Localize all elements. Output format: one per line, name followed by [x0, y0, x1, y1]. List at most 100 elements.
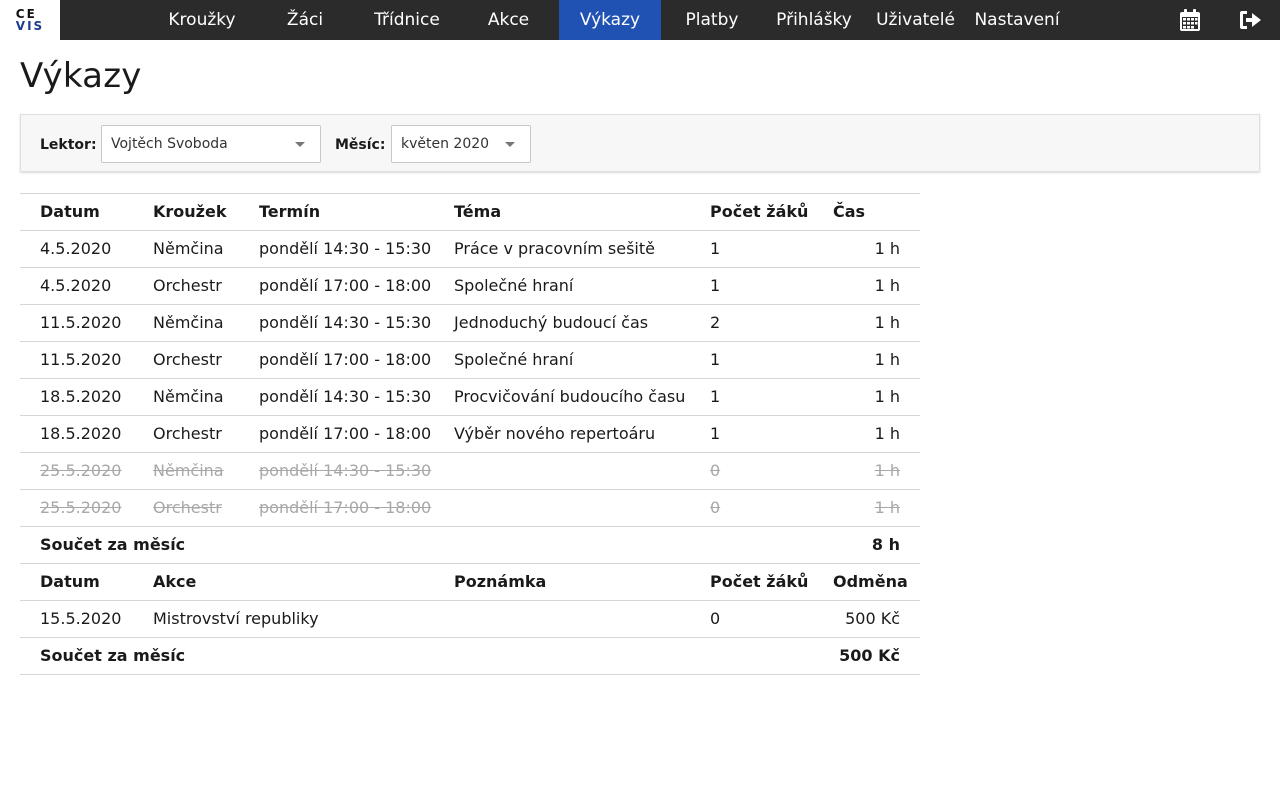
nav-item-zaci[interactable]: Žáci	[254, 0, 356, 40]
header-reward: Odměna	[833, 572, 908, 591]
cell-student-count: 1	[710, 387, 721, 406]
report-table: Datum Kroužek Termín Téma Počet žáků Čas…	[20, 193, 920, 675]
cell-date: 18.5.2020	[40, 424, 122, 443]
header-student-count: Počet žáků	[710, 572, 809, 591]
logout-icon[interactable]	[1238, 8, 1262, 32]
logo-text: CE VIS	[16, 8, 44, 32]
cell-term: pondělí 14:30 - 15:30	[259, 239, 432, 258]
lecturer-label: Lektor:	[40, 137, 97, 153]
cell-time: 1 h	[874, 313, 900, 332]
cell-club: Němčina	[153, 239, 224, 258]
calendar-icon[interactable]	[1178, 8, 1202, 32]
header-student-count: Počet žáků	[710, 202, 809, 221]
cell-student-count: 1	[710, 424, 721, 443]
cell-student-count: 0	[710, 461, 721, 480]
header-club: Kroužek	[153, 202, 227, 221]
cell-topic: Jednoduchý budoucí čas	[454, 313, 649, 332]
header-date: Datum	[40, 202, 100, 221]
filter-panel: Lektor: Vojtěch Svoboda Měsíc: květen 20…	[20, 114, 1260, 172]
logo[interactable]: CE VIS	[0, 0, 60, 40]
table-row[interactable]: 4.5.2020 Němčina pondělí 14:30 - 15:30 P…	[20, 231, 920, 268]
table-row-cancelled[interactable]: 25.5.2020 Orchestr pondělí 17:00 - 18:00…	[20, 490, 920, 527]
cell-term: pondělí 17:00 - 18:00	[259, 424, 432, 443]
header-term: Termín	[259, 202, 321, 221]
cell-time: 1 h	[874, 387, 900, 406]
cell-time: 1 h	[874, 350, 900, 369]
cell-date: 25.5.2020	[40, 461, 122, 480]
cell-student-count: 0	[710, 498, 721, 517]
lessons-header-row: Datum Kroužek Termín Téma Počet žáků Čas	[20, 194, 920, 231]
cell-date: 15.5.2020	[40, 609, 122, 628]
top-navigation-bar: CE VIS Kroužky Žáci Třídnice Akce Výkazy…	[0, 0, 1280, 40]
nav-item-nastaveni[interactable]: Nastavení	[966, 0, 1068, 40]
cell-club: Němčina	[153, 387, 224, 406]
cell-date: 11.5.2020	[40, 350, 122, 369]
table-row[interactable]: 18.5.2020 Orchestr pondělí 17:00 - 18:00…	[20, 416, 920, 453]
page-title: Výkazy	[20, 56, 142, 96]
cell-time: 1 h	[874, 276, 900, 295]
header-time: Čas	[833, 202, 866, 221]
cell-term: pondělí 14:30 - 15:30	[259, 387, 432, 406]
table-row[interactable]: 15.5.2020 Mistrovství republiky 0 500 Kč	[20, 601, 920, 638]
nav-item-prihlasky[interactable]: Přihlášky	[763, 0, 865, 40]
cell-student-count: 1	[710, 276, 721, 295]
events-sum-row: Součet za měsíc 500 Kč	[20, 638, 920, 675]
cell-date: 25.5.2020	[40, 498, 122, 517]
lecturer-select[interactable]: Vojtěch Svoboda	[101, 125, 321, 163]
cell-date: 4.5.2020	[40, 276, 112, 295]
cell-club: Němčina	[153, 313, 224, 332]
cell-event: Mistrovství republiky	[153, 609, 319, 628]
events-header-row: Datum Akce Poznámka Počet žáků Odměna	[20, 564, 920, 601]
cell-time: 1 h	[874, 239, 900, 258]
cell-term: pondělí 17:00 - 18:00	[259, 350, 432, 369]
nav-item-platby[interactable]: Platby	[661, 0, 763, 40]
sum-label: Součet za měsíc	[40, 535, 186, 554]
cell-student-count: 1	[710, 350, 721, 369]
table-row[interactable]: 18.5.2020 Němčina pondělí 14:30 - 15:30 …	[20, 379, 920, 416]
nav-item-akce[interactable]: Akce	[458, 0, 559, 40]
cell-club: Orchestr	[153, 498, 222, 517]
month-select-value: květen 2020	[401, 136, 490, 152]
lessons-sum-row: Součet za měsíc 8 h	[20, 527, 920, 564]
table-row-cancelled[interactable]: 25.5.2020 Němčina pondělí 14:30 - 15:30 …	[20, 453, 920, 490]
nav-item-krouzky[interactable]: Kroužky	[150, 0, 254, 40]
month-select[interactable]: květen 2020	[391, 125, 531, 163]
month-label: Měsíc:	[335, 137, 386, 153]
cell-time: 1 h	[874, 424, 900, 443]
cell-student-count: 0	[710, 609, 721, 628]
nav-item-tridnice[interactable]: Třídnice	[356, 0, 458, 40]
header-note: Poznámka	[454, 572, 547, 591]
sum-value: 8 h	[871, 535, 900, 554]
table-row[interactable]: 4.5.2020 Orchestr pondělí 17:00 - 18:00 …	[20, 268, 920, 305]
cell-student-count: 2	[710, 313, 721, 332]
cell-reward: 500 Kč	[845, 609, 900, 628]
nav-item-uzivatele[interactable]: Uživatelé	[865, 0, 966, 40]
logo-line-2: VIS	[15, 19, 45, 33]
cell-topic: Společné hraní	[454, 276, 574, 295]
cell-student-count: 1	[710, 239, 721, 258]
cell-club: Orchestr	[153, 424, 222, 443]
cell-term: pondělí 17:00 - 18:00	[259, 276, 432, 295]
main-nav: Kroužky Žáci Třídnice Akce Výkazy Platby…	[150, 0, 1068, 40]
cell-date: 18.5.2020	[40, 387, 122, 406]
cell-topic: Výběr nového repertoáru	[454, 424, 656, 443]
header-topic: Téma	[454, 202, 502, 221]
lecturer-select-value: Vojtěch Svoboda	[111, 136, 228, 152]
table-row[interactable]: 11.5.2020 Němčina pondělí 14:30 - 15:30 …	[20, 305, 920, 342]
cell-time: 1 h	[874, 498, 900, 517]
cell-term: pondělí 17:00 - 18:00	[259, 498, 432, 517]
chevron-down-icon	[295, 142, 305, 147]
sum-value: 500 Kč	[839, 646, 900, 665]
cell-term: pondělí 14:30 - 15:30	[259, 461, 432, 480]
cell-club: Orchestr	[153, 276, 222, 295]
cell-date: 4.5.2020	[40, 239, 112, 258]
cell-date: 11.5.2020	[40, 313, 122, 332]
table-row[interactable]: 11.5.2020 Orchestr pondělí 17:00 - 18:00…	[20, 342, 920, 379]
cell-club: Němčina	[153, 461, 224, 480]
cell-time: 1 h	[874, 461, 900, 480]
cell-topic: Práce v pracovním sešitě	[454, 239, 655, 258]
chevron-down-icon	[505, 142, 515, 147]
nav-item-vykazy[interactable]: Výkazy	[559, 0, 661, 40]
sum-label: Součet za měsíc	[40, 646, 186, 665]
header-date: Datum	[40, 572, 100, 591]
